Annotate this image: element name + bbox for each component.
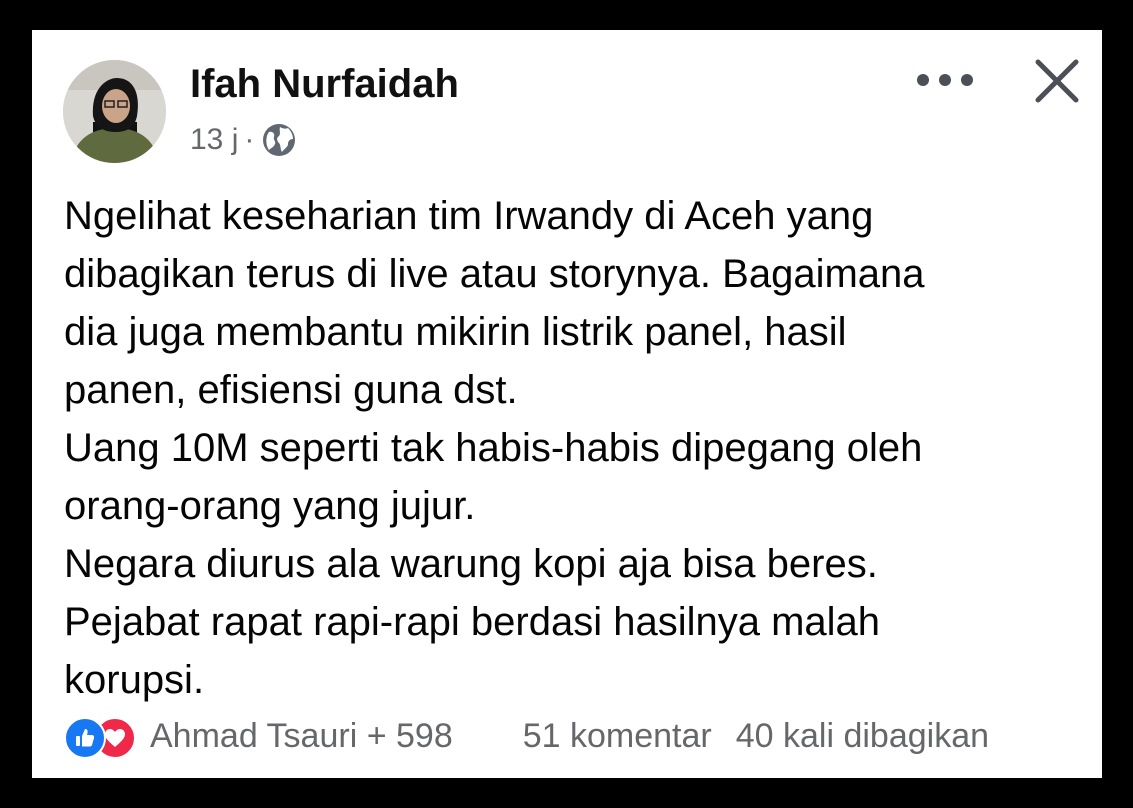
- close-icon[interactable]: [1032, 56, 1082, 106]
- like-reaction-icon: [64, 717, 106, 759]
- post-text-line: panen, efisiensi guna dst.: [64, 368, 518, 412]
- more-dot: [917, 74, 929, 86]
- post-footer: Ahmad Tsauri + 598 51 komentar 40 kali d…: [64, 712, 1084, 760]
- shares-count[interactable]: 40 kali dibagikan: [736, 717, 989, 756]
- thumbs-up-icon: [76, 729, 95, 747]
- reactors-text[interactable]: Ahmad Tsauri + 598: [150, 717, 453, 756]
- post-text-line: Ngelihat keseharian tim Irwandy di Aceh …: [64, 194, 874, 238]
- post-text-line: korupsi.: [64, 658, 205, 702]
- post-text-line: Uang 10M seperti tak habis-habis dipegan…: [64, 426, 923, 470]
- more-dot: [939, 74, 951, 86]
- avatar-image: [63, 60, 166, 163]
- globe-icon[interactable]: [262, 123, 296, 157]
- post-text-line: Negara diurus ala warung kopi aja bisa b…: [64, 542, 878, 586]
- meta-separator: ·: [244, 123, 255, 156]
- post-text-line: Pejabat rapat rapi-rapi berdasi hasilnya…: [64, 600, 881, 644]
- post-meta: 13 j ·: [190, 120, 296, 160]
- post-card: Ifah Nurfaidah 13 j · Ngelihat keseharia…: [32, 30, 1102, 778]
- post-text: Ngelihat keseharian tim Irwandy di Aceh …: [64, 187, 1084, 709]
- comments-count[interactable]: 51 komentar: [523, 717, 712, 756]
- avatar[interactable]: [63, 60, 166, 163]
- more-options-button[interactable]: [917, 60, 973, 100]
- post-text-line: dibagikan terus di live atau storynya. B…: [64, 252, 925, 296]
- reactions-summary[interactable]: [64, 716, 154, 759]
- heart-icon: [105, 729, 125, 747]
- post-time[interactable]: 13 j: [190, 123, 238, 157]
- post-text-line: dia juga membantu mikirin listrik panel,…: [64, 310, 847, 354]
- author-name[interactable]: Ifah Nurfaidah: [190, 60, 459, 108]
- post-text-line: orang-orang yang jujur.: [64, 484, 476, 528]
- more-dot: [961, 74, 973, 86]
